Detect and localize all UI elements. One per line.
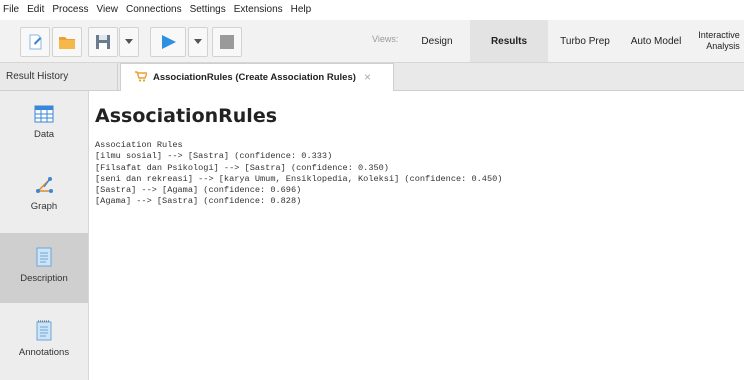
run-button[interactable] bbox=[150, 27, 186, 57]
rule-line: [seni dan rekreasi] --> [karya Umum, Ens… bbox=[95, 173, 503, 184]
tab-turbo-prep[interactable]: Turbo Prep bbox=[552, 20, 618, 62]
run-icon bbox=[162, 35, 176, 49]
stop-icon bbox=[220, 35, 234, 49]
menu-view[interactable]: View bbox=[92, 0, 122, 20]
rules-text: Association Rules [ilmu sosial] --> [Sast… bbox=[95, 140, 502, 208]
sidebar-label-annotations: Annotations bbox=[18, 347, 70, 358]
result-tab-strip: Result History AssociationRules (Create … bbox=[0, 63, 744, 91]
menu-bar: File Edit Process View Connections Setti… bbox=[0, 0, 744, 20]
menu-help[interactable]: Help bbox=[287, 0, 316, 20]
result-view-sidebar: Data Graph Description Annotations bbox=[0, 91, 89, 380]
chevron-down-icon bbox=[194, 39, 202, 44]
notepad-icon bbox=[36, 320, 52, 341]
menu-file[interactable]: File bbox=[0, 0, 23, 20]
sidebar-item-data[interactable]: Data bbox=[0, 91, 88, 161]
rule-line: [Sastra] --> [Agama] (confidence: 0.696) bbox=[95, 185, 302, 196]
stop-button[interactable] bbox=[212, 27, 242, 57]
new-process-icon bbox=[29, 34, 42, 50]
rule-line: [Agama] --> [Sastra] (confidence: 0.828) bbox=[95, 196, 302, 207]
open-button[interactable] bbox=[52, 27, 82, 57]
save-button[interactable] bbox=[88, 27, 118, 57]
graph-icon bbox=[36, 177, 53, 193]
sidebar-item-description[interactable]: Description bbox=[0, 233, 88, 303]
menu-connections[interactable]: Connections bbox=[122, 0, 186, 20]
save-icon bbox=[96, 35, 110, 49]
tab-design[interactable]: Design bbox=[408, 20, 466, 62]
sidebar-label-graph: Graph bbox=[30, 201, 58, 212]
table-icon bbox=[34, 105, 54, 123]
views-label: Views: bbox=[372, 34, 399, 44]
run-dropdown-button[interactable] bbox=[188, 27, 208, 57]
rule-line: [Filsafat dan Psikologi] --> [Sastra] (c… bbox=[95, 162, 389, 173]
chevron-down-icon bbox=[125, 39, 133, 44]
association-rules-tab[interactable]: AssociationRules (Create Association Rul… bbox=[120, 63, 394, 91]
result-history-tab[interactable]: Result History bbox=[0, 63, 118, 90]
sidebar-label-data: Data bbox=[33, 129, 55, 140]
interactive-analysis-label: Interactive Analysis bbox=[698, 30, 740, 52]
result-content-panel: AssociationRules Association Rules [ilmu … bbox=[89, 91, 744, 380]
page-title: AssociationRules bbox=[95, 105, 278, 127]
interactive-line1: Interactive bbox=[698, 30, 740, 40]
rules-heading: Association Rules bbox=[95, 140, 183, 150]
rule-line: [ilmu sosial] --> [Sastra] (confidence: … bbox=[95, 151, 333, 162]
menu-settings[interactable]: Settings bbox=[186, 0, 230, 20]
association-rules-tab-label: AssociationRules (Create Association Rul… bbox=[153, 72, 356, 83]
new-process-button[interactable] bbox=[20, 27, 50, 57]
interactive-line2: Analysis bbox=[706, 41, 740, 51]
menu-extensions[interactable]: Extensions bbox=[230, 0, 287, 20]
menu-edit[interactable]: Edit bbox=[23, 0, 48, 20]
tab-auto-model[interactable]: Auto Model bbox=[622, 20, 690, 62]
document-icon bbox=[36, 247, 52, 267]
save-dropdown-button[interactable] bbox=[119, 27, 139, 57]
sidebar-label-description: Description bbox=[20, 273, 68, 284]
sidebar-item-annotations[interactable]: Annotations bbox=[0, 305, 88, 375]
shopping-cart-icon bbox=[135, 70, 149, 85]
tab-results[interactable]: Results bbox=[470, 20, 548, 62]
open-folder-icon bbox=[59, 37, 75, 49]
close-icon[interactable]: × bbox=[364, 70, 371, 84]
toolbar: Views: Design Results Turbo Prep Auto Mo… bbox=[0, 20, 744, 63]
sidebar-item-graph[interactable]: Graph bbox=[0, 161, 88, 231]
menu-process[interactable]: Process bbox=[48, 0, 92, 20]
tab-interactive-analysis[interactable]: Interactive Analysis bbox=[694, 20, 744, 62]
